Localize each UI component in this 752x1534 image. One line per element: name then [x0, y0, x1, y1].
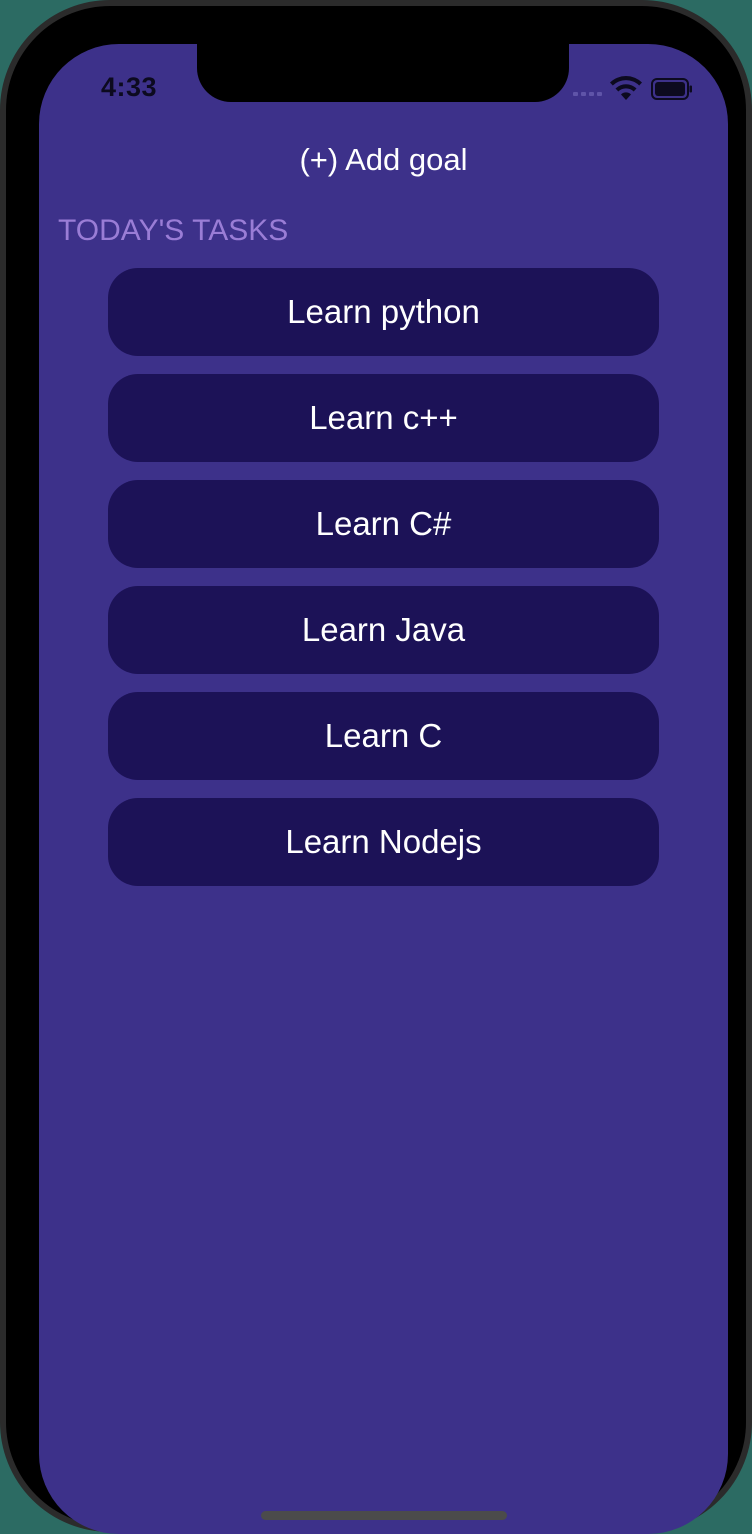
- add-goal-button[interactable]: (+) Add goal: [39, 142, 728, 178]
- home-indicator[interactable]: [261, 1511, 507, 1520]
- battery-icon: [651, 78, 692, 100]
- task-item[interactable]: Learn python: [108, 268, 659, 356]
- task-item[interactable]: Learn Java: [108, 586, 659, 674]
- task-item[interactable]: Learn Nodejs: [108, 798, 659, 886]
- section-title: TODAY'S TASKS: [58, 214, 289, 247]
- task-item[interactable]: Learn c++: [108, 374, 659, 462]
- wifi-icon: [610, 76, 642, 100]
- task-item[interactable]: Learn C: [108, 692, 659, 780]
- app-screen: 4:33 (+) Add goal TODAY'S TASKS Learn py…: [39, 44, 728, 1534]
- phone-frame: 4:33 (+) Add goal TODAY'S TASKS Learn py…: [0, 0, 752, 1534]
- task-list: Learn python Learn c++ Learn C# Learn Ja…: [108, 268, 659, 904]
- status-icons: [573, 74, 697, 104]
- task-item[interactable]: Learn C#: [108, 480, 659, 568]
- notch: [197, 44, 569, 102]
- cellular-signal-icon: [573, 92, 602, 96]
- status-time: 4:33: [101, 72, 158, 102]
